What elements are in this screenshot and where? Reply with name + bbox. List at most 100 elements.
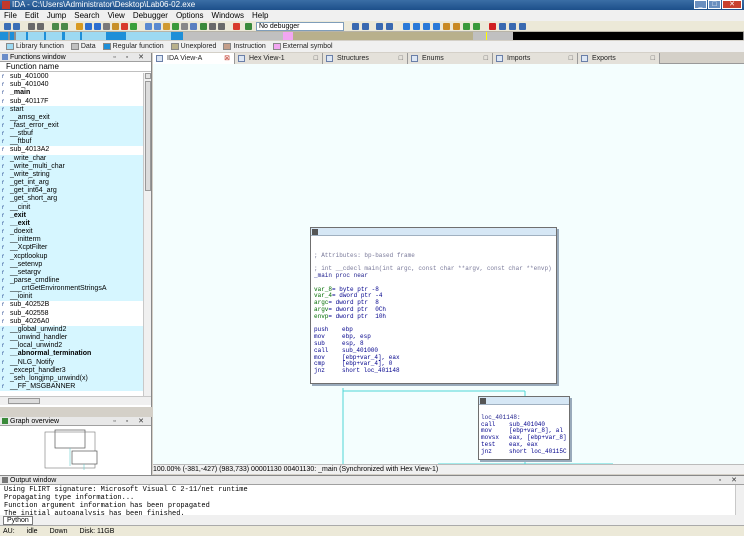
notepad-icon[interactable] [509, 23, 516, 30]
list-icon[interactable] [403, 23, 410, 30]
step-into-icon[interactable] [376, 23, 383, 30]
play-icon[interactable] [200, 23, 207, 30]
text-icon[interactable] [103, 23, 110, 30]
tab-exports[interactable]: Exports □ [578, 53, 660, 64]
names-icon[interactable] [413, 23, 420, 30]
run-icon[interactable] [245, 23, 252, 30]
delete-icon[interactable] [233, 23, 240, 30]
function-name-column-header[interactable]: Function name [0, 62, 151, 72]
signatures-icon[interactable] [443, 23, 450, 30]
panel-controls[interactable]: ▫ ▫ ✕ [113, 417, 148, 426]
function-list-item[interactable]: f start [0, 105, 143, 114]
tab-close-icon[interactable]: □ [569, 53, 573, 64]
menu-jump[interactable]: Jump [47, 10, 67, 21]
function-list-item[interactable]: f sub_4013A2 [0, 146, 143, 154]
function-list-item[interactable]: f _write_string [0, 170, 143, 180]
function-list-item[interactable]: f _exit [0, 211, 143, 220]
tab-structures[interactable]: Structures □ [323, 53, 408, 64]
function-list-item[interactable]: f sub_401040 [0, 81, 143, 89]
menu-windows[interactable]: Windows [212, 10, 244, 21]
tab-close-icon[interactable]: □ [399, 53, 403, 64]
function-list-item[interactable]: f sub_40117F [0, 97, 143, 105]
problems-icon[interactable] [463, 23, 470, 30]
segments-icon[interactable] [433, 23, 440, 30]
ida-graph-view[interactable]: ; Attributes: bp-based frame ; int __cde… [153, 64, 744, 464]
open-icon[interactable] [4, 23, 11, 30]
function-list-item[interactable]: f _parse_cmdline [0, 276, 143, 286]
panel-controls[interactable]: ▫ ✕ [719, 476, 741, 485]
stop-icon[interactable] [218, 23, 225, 30]
close-button[interactable]: ✕ [722, 0, 742, 9]
function-list-item[interactable]: f __NLG_Notify [0, 358, 143, 367]
tab-hex-view-1[interactable]: Hex View-1 □ [235, 53, 323, 64]
function-list-item[interactable]: f _write_multi_char [0, 162, 143, 171]
function-list-item[interactable]: f sub_402558 [0, 310, 143, 318]
tab-close-icon[interactable]: ⊠ [224, 53, 230, 64]
function-list-item[interactable]: f _get_int64_arg [0, 187, 143, 196]
graph-icon[interactable] [145, 23, 152, 30]
xref-icon[interactable] [154, 23, 161, 30]
function-list-item[interactable]: f __setenvp [0, 260, 143, 269]
tools-icon[interactable] [190, 23, 197, 30]
navigation-band[interactable] [0, 32, 744, 40]
tab-enums[interactable]: Enums □ [408, 53, 493, 64]
patches-icon[interactable] [473, 23, 480, 30]
graph-overview-minimap[interactable] [0, 426, 150, 475]
functions-horizontal-scrollbar[interactable] [0, 396, 151, 405]
hex-icon[interactable] [76, 23, 83, 30]
breakpoint-icon[interactable] [352, 23, 359, 30]
menu-search[interactable]: Search [74, 10, 99, 21]
function-list-item[interactable]: f _except_handler3 [0, 366, 143, 375]
struct-icon[interactable] [112, 23, 119, 30]
function-list-item[interactable]: f __abnormal_termination [0, 350, 143, 359]
output-log[interactable]: Using FLIRT signature: Microsoft Visual … [0, 485, 744, 518]
menu-file[interactable]: File [4, 10, 17, 21]
pause-icon[interactable] [209, 23, 216, 30]
functions-vertical-scrollbar[interactable] [143, 73, 151, 396]
script-icon[interactable] [163, 23, 170, 30]
search-icon[interactable] [52, 23, 59, 30]
output-vertical-scrollbar[interactable] [735, 485, 744, 515]
function-list-item[interactable]: f __FF_MSGBANNER [0, 382, 143, 392]
function-list-item[interactable]: f _get_short_arg [0, 195, 143, 204]
tab-close-icon[interactable]: □ [314, 53, 318, 64]
function-list-item[interactable]: f __ioinit [0, 293, 143, 302]
pin-icon[interactable] [181, 23, 188, 30]
save-icon[interactable] [13, 23, 20, 30]
menu-help[interactable]: Help [252, 10, 268, 21]
calc-icon[interactable] [519, 23, 526, 30]
function-list-item[interactable]: f sub_401000 [0, 73, 143, 81]
menu-view[interactable]: View [108, 10, 125, 21]
function-list-item[interactable]: f _get_int_arg [0, 179, 143, 188]
tab-ida-view-a[interactable]: IDA View-A ⊠ [153, 53, 235, 64]
function-icon[interactable] [130, 23, 137, 30]
function-list-item[interactable]: f ___crtGetEnvironmentStringsA [0, 285, 143, 294]
main-function-node[interactable]: ; Attributes: bp-based frame ; int __cde… [310, 227, 557, 384]
data-icon[interactable] [94, 23, 101, 30]
forward-icon[interactable] [37, 23, 44, 30]
function-list-item[interactable]: f sub_40252B [0, 301, 143, 309]
function-list-item[interactable]: f _main [0, 89, 143, 97]
bookmark-icon[interactable] [499, 23, 506, 30]
function-list-item[interactable]: f __setargv [0, 268, 143, 277]
flag-icon[interactable] [489, 23, 496, 30]
function-list-item[interactable]: f __amsg_exit [0, 113, 143, 122]
step-over-icon[interactable] [386, 23, 393, 30]
function-list-item[interactable]: f __local_unwind2 [0, 342, 143, 351]
function-list-item[interactable]: f __exit [0, 219, 143, 228]
function-list-item[interactable]: f __global_unwind2 [0, 325, 143, 334]
trace-icon[interactable] [362, 23, 369, 30]
menu-debugger[interactable]: Debugger [133, 10, 168, 21]
function-list-item[interactable]: f _fast_error_exit [0, 121, 143, 131]
function-list-item[interactable]: f __cinit [0, 203, 143, 212]
loc-401148-node[interactable]: loc_401148: call sub_401040 mov [ebp+var_8… [478, 396, 570, 460]
strings-icon[interactable] [423, 23, 430, 30]
undefine-icon[interactable] [121, 23, 128, 30]
debugger-select[interactable]: No debugger [256, 22, 344, 31]
lock-icon[interactable] [172, 23, 179, 30]
minimize-button[interactable]: _ [694, 0, 707, 9]
function-list-item[interactable]: f _write_char [0, 154, 143, 163]
search-next-icon[interactable] [61, 23, 68, 30]
tab-close-icon[interactable]: □ [484, 53, 488, 64]
function-list-item[interactable]: f __initterm [0, 236, 143, 245]
